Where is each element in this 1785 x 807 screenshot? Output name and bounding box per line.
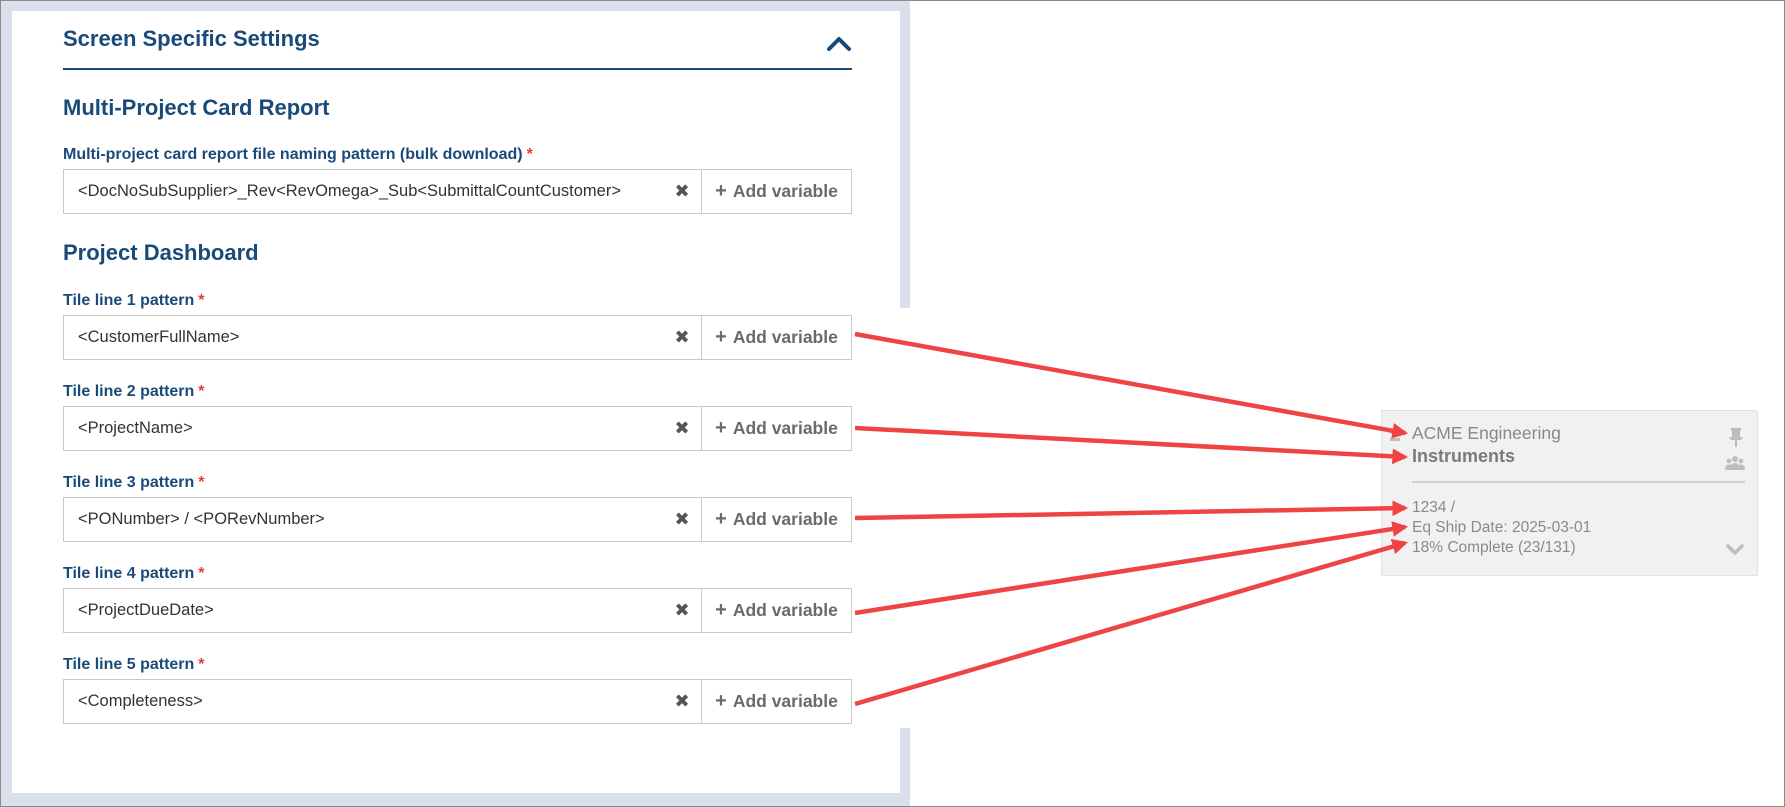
section-title: Screen Specific Settings <box>63 26 320 51</box>
add-variable-label: Add variable <box>732 509 838 529</box>
clear-icon[interactable]: ✖ <box>663 498 701 541</box>
tile-line-3-label: Tile line 3 pattern * <box>63 474 205 492</box>
plus-icon: + <box>715 417 727 439</box>
pin-icon[interactable] <box>1727 427 1745 447</box>
tile-line-5-label: Tile line 5 pattern * <box>63 656 205 674</box>
people-icon[interactable] <box>1725 455 1745 471</box>
tile-line-2: Instruments <box>1412 446 1516 466</box>
tile-line-4-label-text: Tile line 4 pattern <box>63 565 195 582</box>
plus-icon: + <box>715 180 727 202</box>
tile-line-1-label: Tile line 1 pattern * <box>63 292 205 310</box>
tile-line-3: 1234 / <box>1412 499 1456 516</box>
plus-icon: + <box>715 326 727 348</box>
project-dashboard-heading: Project Dashboard <box>63 240 259 265</box>
multi-project-heading: Multi-Project Card Report <box>63 95 330 120</box>
tile-line-1-field: ✖ +Add variable <box>63 315 852 360</box>
tile-line-2-field: ✖ +Add variable <box>63 406 852 451</box>
tile-line-3-label-text: Tile line 3 pattern <box>63 474 195 491</box>
tile-line-2-label: Tile line 2 pattern * <box>63 383 205 401</box>
tile-line-3-input[interactable] <box>64 498 663 541</box>
plus-icon: + <box>715 508 727 530</box>
add-variable-button[interactable]: + Add variable <box>701 407 851 450</box>
tile-line-3-field: ✖ +Add variable <box>63 497 852 542</box>
plus-icon: + <box>715 599 727 621</box>
required-marker: * <box>198 474 205 491</box>
tile-line-5: 18% Complete (23/131) <box>1412 539 1576 556</box>
required-marker: * <box>198 565 205 582</box>
settings-panel-edge <box>900 308 910 728</box>
multi-project-label: Multi-project card report file naming pa… <box>63 146 533 164</box>
required-marker: * <box>198 383 205 400</box>
add-variable-button[interactable]: + Add variable <box>701 498 851 541</box>
multi-project-label-text: Multi-project card report file naming pa… <box>63 146 523 163</box>
add-variable-button[interactable]: + Add variable <box>701 589 851 632</box>
project-tile[interactable]: ACME Engineering Instruments 1234 / Eq S… <box>1381 410 1758 576</box>
tile-line-1-label-text: Tile line 1 pattern <box>63 292 195 309</box>
drag-handle-icon[interactable] <box>1390 429 1402 445</box>
clear-icon[interactable]: ✖ <box>663 407 701 450</box>
required-marker: * <box>198 292 205 309</box>
tile-line-5-input[interactable] <box>64 680 663 723</box>
clear-icon[interactable]: ✖ <box>663 170 701 213</box>
tile-line-2-input[interactable] <box>64 407 663 450</box>
plus-icon: + <box>715 690 727 712</box>
chevron-up-icon[interactable] <box>825 33 853 53</box>
tile-line-4-input[interactable] <box>64 589 663 632</box>
add-variable-label: Add variable <box>732 181 838 201</box>
clear-icon[interactable]: ✖ <box>663 680 701 723</box>
add-variable-button[interactable]: + Add variable <box>701 170 851 213</box>
tile-divider <box>1412 481 1745 483</box>
tile-line-1: ACME Engineering <box>1412 423 1561 443</box>
section-divider <box>63 68 852 70</box>
add-variable-label: Add variable <box>732 691 838 711</box>
add-variable-button[interactable]: + Add variable <box>701 316 851 359</box>
required-marker: * <box>526 146 533 163</box>
chevron-down-icon[interactable] <box>1725 543 1745 557</box>
tile-line-5-field: ✖ +Add variable <box>63 679 852 724</box>
required-marker: * <box>198 656 205 673</box>
multi-project-pattern-field: ✖ +Add variable <box>63 169 852 214</box>
tile-line-4-label: Tile line 4 pattern * <box>63 565 205 583</box>
tile-line-4-field: ✖ +Add variable <box>63 588 852 633</box>
settings-panel <box>12 11 900 793</box>
tile-line-5-label-text: Tile line 5 pattern <box>63 656 195 673</box>
clear-icon[interactable]: ✖ <box>663 589 701 632</box>
clear-icon[interactable]: ✖ <box>663 316 701 359</box>
add-variable-label: Add variable <box>732 327 838 347</box>
tile-line-4: Eq Ship Date: 2025-03-01 <box>1412 519 1592 536</box>
add-variable-button[interactable]: + Add variable <box>701 680 851 723</box>
tile-line-2-label-text: Tile line 2 pattern <box>63 383 195 400</box>
multi-project-pattern-input[interactable] <box>64 170 663 213</box>
add-variable-label: Add variable <box>732 600 838 620</box>
tile-line-1-input[interactable] <box>64 316 663 359</box>
add-variable-label: Add variable <box>732 418 838 438</box>
